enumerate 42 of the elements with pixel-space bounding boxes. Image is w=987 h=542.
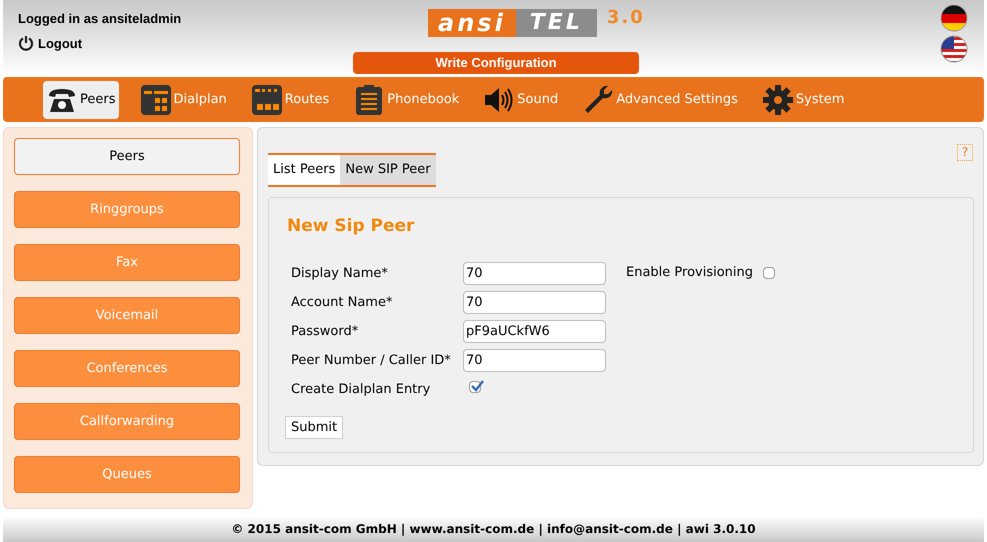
form-title: New Sip Peer	[287, 215, 414, 238]
nav-tab[interactable]: System	[758, 80, 848, 118]
power-icon	[18, 35, 34, 52]
nav-tab[interactable]: Phonebook	[350, 80, 462, 118]
logo: ansi TEL 3.0	[428, 9, 645, 37]
nav-tab[interactable]: Peers	[43, 80, 118, 118]
input-field[interactable]: 70	[463, 349, 606, 372]
nav-tab[interactable]: Sound	[480, 80, 562, 118]
grid-icon	[250, 84, 283, 116]
input-field[interactable]: 70	[463, 262, 606, 285]
field-label: Password*	[291, 322, 360, 341]
field-label: Create Dialplan Entry	[291, 380, 432, 399]
input-field[interactable]: 70	[463, 291, 606, 314]
sidebar-item[interactable]: Ringgroups	[14, 191, 240, 228]
sidebar-item[interactable]: Queues	[14, 456, 240, 493]
write-configuration-button[interactable]: Write Configuration	[353, 52, 639, 74]
field-label: Account Name*	[291, 294, 394, 312]
field-label: Peer Number / Caller ID*	[291, 352, 452, 370]
nav-tab[interactable]: Dialplan	[136, 80, 230, 118]
field-label: Display Name*	[291, 264, 389, 283]
german-flag-icon[interactable]	[940, 4, 968, 32]
sidebar-item[interactable]: Peers	[14, 138, 240, 175]
footer-text: © 2015 ansit-com GmbH | www.ansit-com.de | info@ansit-com.de | awi 3.0.10	[3, 516, 984, 542]
us-flag-icon[interactable]	[940, 35, 968, 63]
gear-icon	[762, 84, 794, 116]
tab[interactable]: New SIP Peer	[340, 155, 436, 185]
input-field[interactable]: pF9aUCkfW6	[463, 320, 606, 343]
help-button[interactable]: ?	[957, 144, 973, 161]
sidebar-item[interactable]: Conferences	[14, 350, 240, 387]
nav-tab[interactable]: Routes	[248, 80, 332, 118]
field-label: Enable Provisioning	[626, 264, 754, 282]
checkbox[interactable]	[469, 380, 481, 393]
nav-tab[interactable]: Advanced Settings	[579, 80, 741, 118]
sidebar-item[interactable]: Voicemail	[14, 297, 240, 334]
sidebar-item[interactable]: Fax	[14, 244, 240, 281]
sidebar-item[interactable]: Callforwarding	[14, 403, 240, 440]
login-status: Logged in as ansiteladmin	[18, 10, 182, 28]
tab[interactable]: List Peers	[268, 155, 340, 185]
checkbox[interactable]	[763, 266, 776, 279]
flowchart-icon	[140, 84, 172, 116]
logout-link[interactable]: Logout	[18, 34, 182, 53]
submit-button[interactable]: Submit	[285, 416, 344, 439]
